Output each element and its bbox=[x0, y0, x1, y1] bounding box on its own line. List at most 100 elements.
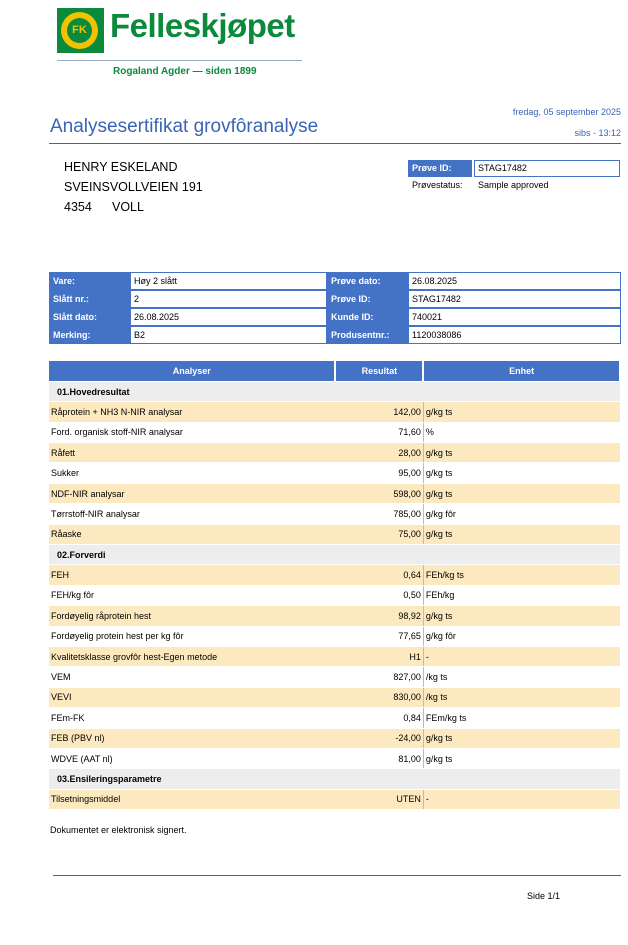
analysis-name: Tørrstoff-NIR analysar bbox=[49, 503, 336, 525]
result-value: 75,00 bbox=[335, 524, 424, 546]
info-row: Vare: Høy 2 slått Prøve dato: 26.08.2025 bbox=[49, 272, 621, 290]
result-value: UTEN bbox=[335, 789, 424, 811]
unit: g/kg ts bbox=[423, 605, 620, 627]
table-row: Fordøyelig protein hest per kg fôr 77,65 g… bbox=[49, 626, 620, 647]
table-row: FEH/kg fôr 0,50 FEh/kg bbox=[49, 585, 620, 607]
info-row: Slått dato: 26.08.2025 Kunde ID: 740021 bbox=[49, 308, 621, 326]
result-value: 0,64 bbox=[335, 564, 424, 586]
info-value: B2 bbox=[130, 326, 327, 344]
unit: g/kg ts bbox=[423, 748, 620, 770]
result-value: 827,00 bbox=[335, 666, 424, 688]
analysis-name: Kvalitetsklasse grovfôr hest-Egen metode bbox=[49, 646, 336, 668]
info-label: Produsentnr.: bbox=[327, 326, 408, 344]
table-row: Ford. organisk stoff-NIR analysar 71,60% bbox=[49, 422, 620, 444]
unit: FEh/kg bbox=[423, 585, 620, 607]
results-table: Analyser Resultat Enhet 01.Hovedresultat Råp… bbox=[49, 361, 621, 811]
table-row: Tilsetningsmiddel UTEN - bbox=[49, 789, 620, 811]
info-value: 2 bbox=[130, 290, 327, 308]
info-row: Merking: B2 Produsentnr.: 1120038086 bbox=[49, 326, 621, 344]
table-row: FEB (PBV nl) -24,00 g/kg ts bbox=[49, 728, 620, 749]
unit: % bbox=[423, 422, 620, 444]
logo-mark: FK bbox=[67, 18, 92, 43]
analysis-name: NDF-NIR analysar bbox=[49, 483, 336, 505]
results-header-row: Analyser Resultat Enhet bbox=[49, 361, 621, 382]
unit: - bbox=[423, 789, 620, 811]
table-row: Sukker 95,00 g/kg ts bbox=[49, 462, 620, 484]
info-label: Slått dato: bbox=[49, 308, 130, 326]
analysis-name: FEm-FK bbox=[49, 707, 336, 729]
analysis-name: VEM bbox=[49, 666, 336, 688]
result-value: 0,50 bbox=[335, 585, 424, 607]
analysis-name: Tilsetningsmiddel bbox=[49, 789, 336, 811]
table-row: Råaske 75,00 g/kg ts bbox=[49, 524, 620, 546]
page-number: Side 1/1 bbox=[527, 891, 561, 901]
title-divider bbox=[49, 143, 621, 144]
info-value: STAG17482 bbox=[408, 290, 621, 308]
table-row: Kvalitetsklasse grovfôr hest-Egen metode… bbox=[49, 646, 620, 668]
sample-status-label: Prøvestatus: bbox=[412, 180, 463, 190]
table-row: WDVE (AAT nl) 81,00 g/kg ts bbox=[49, 748, 620, 770]
unit: FEm/kg ts bbox=[423, 707, 620, 729]
unit: /kg ts bbox=[423, 687, 620, 709]
table-row: Råprotein + NH3 N-NIR analysar 142,00 g/kg… bbox=[49, 401, 620, 423]
unit: FEh/kg ts bbox=[423, 564, 620, 586]
analysis-name: Fordøyelig protein hest per kg fôr bbox=[49, 626, 336, 647]
info-label: Kunde ID: bbox=[327, 308, 408, 326]
table-row: Råfett 28,00 g/kg ts bbox=[49, 442, 620, 464]
info-label: Vare: bbox=[49, 272, 130, 290]
address-city: VOLL bbox=[112, 200, 144, 214]
unit: g/kg ts bbox=[423, 401, 620, 423]
unit: g/kg fôr bbox=[423, 503, 620, 525]
result-value: 98,92 bbox=[335, 605, 424, 627]
info-value: 1120038086 bbox=[408, 326, 621, 344]
brand-divider bbox=[57, 60, 302, 61]
unit: g/kg ts bbox=[423, 442, 620, 464]
address-street: SVEINSVOLLVEIEN 191 bbox=[64, 180, 203, 194]
address-zip: 4354 bbox=[64, 200, 92, 214]
document-date: fredag, 05 september 2025 bbox=[512, 107, 621, 117]
info-value: 740021 bbox=[408, 308, 621, 326]
sample-id-label: Prøve ID: bbox=[408, 160, 472, 177]
table-row: FEH 0,64 FEh/kg ts bbox=[49, 564, 620, 586]
section-row: 02.Forverdi bbox=[49, 544, 620, 566]
table-row: Tørrstoff-NIR analysar 785,00 g/kg fôr bbox=[49, 503, 620, 525]
logo-ring-icon: FK bbox=[61, 12, 98, 49]
result-value: H1 bbox=[335, 646, 424, 668]
result-value: 0,84 bbox=[335, 707, 424, 729]
results-header-cell: Analyser bbox=[49, 361, 337, 382]
info-label: Slått nr.: bbox=[49, 290, 130, 308]
unit: g/kg ts bbox=[423, 462, 620, 484]
brand-name: Felleskjøpet bbox=[110, 7, 295, 44]
section-row: 01.Hovedresultat bbox=[49, 381, 620, 403]
analysis-name: WDVE (AAT nl) bbox=[49, 748, 336, 770]
sample-info-table: Vare: Høy 2 slått Prøve dato: 26.08.2025 Slå… bbox=[49, 272, 621, 344]
result-value: 28,00 bbox=[335, 442, 424, 464]
analysis-name: Ford. organisk stoff-NIR analysar bbox=[49, 422, 336, 444]
table-row: FEm-FK 0,84 FEm/kg ts bbox=[49, 707, 620, 729]
result-value: -24,00 bbox=[335, 728, 424, 749]
brand-tagline: Rogaland Agder — siden 1899 bbox=[113, 66, 257, 77]
section-row: 03.Ensileringsparametre bbox=[49, 768, 620, 790]
info-label: Prøve ID: bbox=[327, 290, 408, 308]
result-value: 77,65 bbox=[335, 626, 424, 647]
company-logo: FK bbox=[57, 8, 104, 53]
result-value: 598,00 bbox=[335, 483, 424, 505]
unit: g/kg fôr bbox=[423, 626, 620, 647]
analysis-name: Råprotein + NH3 N-NIR analysar bbox=[49, 401, 336, 423]
unit: g/kg ts bbox=[423, 524, 620, 546]
analysis-name: VEVI bbox=[49, 687, 336, 709]
analysis-name: Råaske bbox=[49, 524, 336, 546]
address-name: HENRY ESKELAND bbox=[64, 160, 178, 174]
table-row: VEVI 830,00/kg ts bbox=[49, 687, 620, 709]
info-value: 26.08.2025 bbox=[408, 272, 621, 290]
unit: g/kg ts bbox=[423, 483, 620, 505]
info-label: Prøve dato: bbox=[327, 272, 408, 290]
result-value: 71,60 bbox=[335, 422, 424, 444]
info-label: Merking: bbox=[49, 326, 130, 344]
analysis-name: Råfett bbox=[49, 442, 336, 464]
result-value: 81,00 bbox=[335, 748, 424, 770]
section-title: 03.Ensileringsparametre bbox=[49, 768, 620, 790]
analysis-name: Sukker bbox=[49, 462, 336, 484]
analysis-name: FEH/kg fôr bbox=[49, 585, 336, 607]
table-row: NDF-NIR analysar 598,00 g/kg ts bbox=[49, 483, 620, 505]
